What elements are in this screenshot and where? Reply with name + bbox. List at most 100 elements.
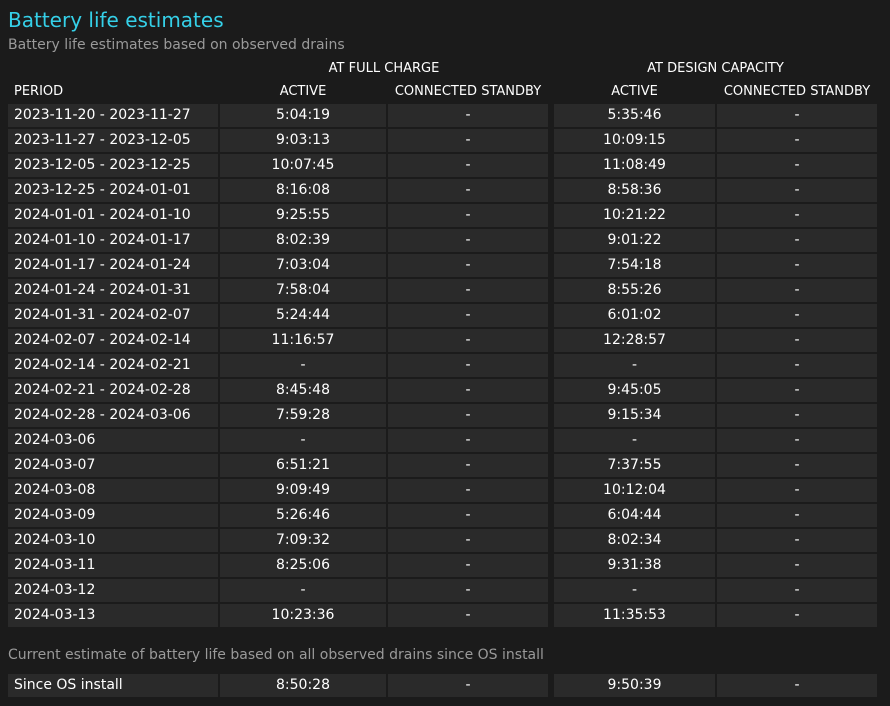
cell-dc-standby: -	[717, 179, 877, 202]
cell-dc-active: 9:45:05	[554, 379, 715, 402]
cell-period: 2023-11-20 - 2023-11-27	[8, 104, 218, 127]
cell-fc-active: 5:24:44	[220, 304, 386, 327]
cell-period: 2024-03-08	[8, 479, 218, 502]
cell-fc-active: 5:26:46	[220, 504, 386, 527]
cell-dc-active: 9:31:38	[554, 554, 715, 577]
cell-period: 2024-03-11	[8, 554, 218, 577]
column-header-dc-standby: CONNECTED STANDBY	[723, 84, 871, 99]
cell-fc-active: 8:45:48	[220, 379, 386, 402]
since-install-note: Current estimate of battery life based o…	[8, 647, 544, 663]
since-install-cell-dc-active: 9:50:39	[554, 674, 715, 697]
cell-dc-active: 12:28:57	[554, 329, 715, 352]
cell-dc-active: 8:55:26	[554, 279, 715, 302]
cell-fc-active: 5:04:19	[220, 104, 386, 127]
cell-dc-standby: -	[717, 104, 877, 127]
cell-dc-standby: -	[717, 354, 877, 377]
cell-fc-standby: -	[388, 429, 548, 452]
cell-fc-active: -	[220, 429, 386, 452]
cell-fc-active: 8:02:39	[220, 229, 386, 252]
cell-dc-active: 11:35:53	[554, 604, 715, 627]
cell-fc-active: 8:16:08	[220, 179, 386, 202]
cell-dc-standby: -	[717, 254, 877, 277]
column-header-fc-standby: CONNECTED STANDBY	[394, 84, 542, 99]
cell-dc-standby: -	[717, 479, 877, 502]
cell-fc-standby: -	[388, 554, 548, 577]
cell-dc-standby: -	[717, 279, 877, 302]
cell-dc-standby: -	[717, 329, 877, 352]
cell-dc-active: -	[554, 354, 715, 377]
cell-dc-active: 10:09:15	[554, 129, 715, 152]
cell-fc-standby: -	[388, 179, 548, 202]
cell-fc-standby: -	[388, 479, 548, 502]
cell-period: 2023-12-05 - 2023-12-25	[8, 154, 218, 177]
cell-period: 2024-01-24 - 2024-01-31	[8, 279, 218, 302]
cell-dc-standby: -	[717, 429, 877, 452]
page-subtitle: Battery life estimates based on observed…	[8, 37, 345, 53]
cell-dc-active: 9:15:34	[554, 404, 715, 427]
cell-dc-active: 11:08:49	[554, 154, 715, 177]
cell-dc-standby: -	[717, 154, 877, 177]
cell-fc-active: 6:51:21	[220, 454, 386, 477]
cell-dc-standby: -	[717, 204, 877, 227]
cell-fc-standby: -	[388, 329, 548, 352]
cell-period: 2024-03-07	[8, 454, 218, 477]
cell-fc-standby: -	[388, 254, 548, 277]
cell-dc-active: 10:12:04	[554, 479, 715, 502]
cell-fc-standby: -	[388, 579, 548, 602]
cell-fc-standby: -	[388, 279, 548, 302]
cell-period: 2023-12-25 - 2024-01-01	[8, 179, 218, 202]
cell-period: 2024-01-17 - 2024-01-24	[8, 254, 218, 277]
cell-dc-active: 6:04:44	[554, 504, 715, 527]
cell-period: 2024-02-14 - 2024-02-21	[8, 354, 218, 377]
cell-fc-active: 7:59:28	[220, 404, 386, 427]
cell-dc-active: -	[554, 579, 715, 602]
cell-dc-active: 5:35:46	[554, 104, 715, 127]
cell-fc-standby: -	[388, 154, 548, 177]
group-header-design-capacity: AT DESIGN CAPACITY	[647, 61, 784, 76]
cell-dc-active: 7:54:18	[554, 254, 715, 277]
cell-dc-standby: -	[717, 454, 877, 477]
cell-fc-active: 9:09:49	[220, 479, 386, 502]
cell-dc-active: 9:01:22	[554, 229, 715, 252]
cell-period: 2024-01-10 - 2024-01-17	[8, 229, 218, 252]
cell-dc-standby: -	[717, 604, 877, 627]
since-install-cell-period: Since OS install	[8, 674, 218, 697]
since-install-cell-fc-active: 8:50:28	[220, 674, 386, 697]
cell-dc-standby: -	[717, 554, 877, 577]
cell-dc-standby: -	[717, 379, 877, 402]
cell-dc-standby: -	[717, 304, 877, 327]
cell-period: 2024-01-01 - 2024-01-10	[8, 204, 218, 227]
cell-dc-standby: -	[717, 404, 877, 427]
cell-dc-standby: -	[717, 529, 877, 552]
cell-fc-standby: -	[388, 204, 548, 227]
cell-dc-active: 10:21:22	[554, 204, 715, 227]
cell-dc-active: 8:58:36	[554, 179, 715, 202]
cell-fc-standby: -	[388, 604, 548, 627]
cell-fc-standby: -	[388, 354, 548, 377]
cell-fc-standby: -	[388, 229, 548, 252]
column-header-fc-active: ACTIVE	[279, 84, 327, 99]
cell-fc-standby: -	[388, 529, 548, 552]
cell-dc-active: -	[554, 429, 715, 452]
cell-fc-standby: -	[388, 404, 548, 427]
cell-period: 2024-03-13	[8, 604, 218, 627]
cell-fc-active: 9:03:13	[220, 129, 386, 152]
cell-fc-standby: -	[388, 129, 548, 152]
cell-period: 2024-01-31 - 2024-02-07	[8, 304, 218, 327]
cell-dc-active: 7:37:55	[554, 454, 715, 477]
cell-fc-active: 10:23:36	[220, 604, 386, 627]
cell-period: 2024-02-28 - 2024-03-06	[8, 404, 218, 427]
cell-fc-active: 10:07:45	[220, 154, 386, 177]
cell-fc-standby: -	[388, 504, 548, 527]
cell-fc-active: -	[220, 354, 386, 377]
cell-period: 2024-03-06	[8, 429, 218, 452]
cell-fc-standby: -	[388, 379, 548, 402]
since-install-cell-fc-standby: -	[388, 674, 548, 697]
cell-period: 2023-11-27 - 2023-12-05	[8, 129, 218, 152]
since-install-cell-dc-standby: -	[717, 674, 877, 697]
cell-fc-active: 9:25:55	[220, 204, 386, 227]
cell-fc-active: 7:09:32	[220, 529, 386, 552]
cell-period: 2024-03-10	[8, 529, 218, 552]
column-header-period: PERIOD	[14, 84, 64, 99]
cell-dc-standby: -	[717, 129, 877, 152]
